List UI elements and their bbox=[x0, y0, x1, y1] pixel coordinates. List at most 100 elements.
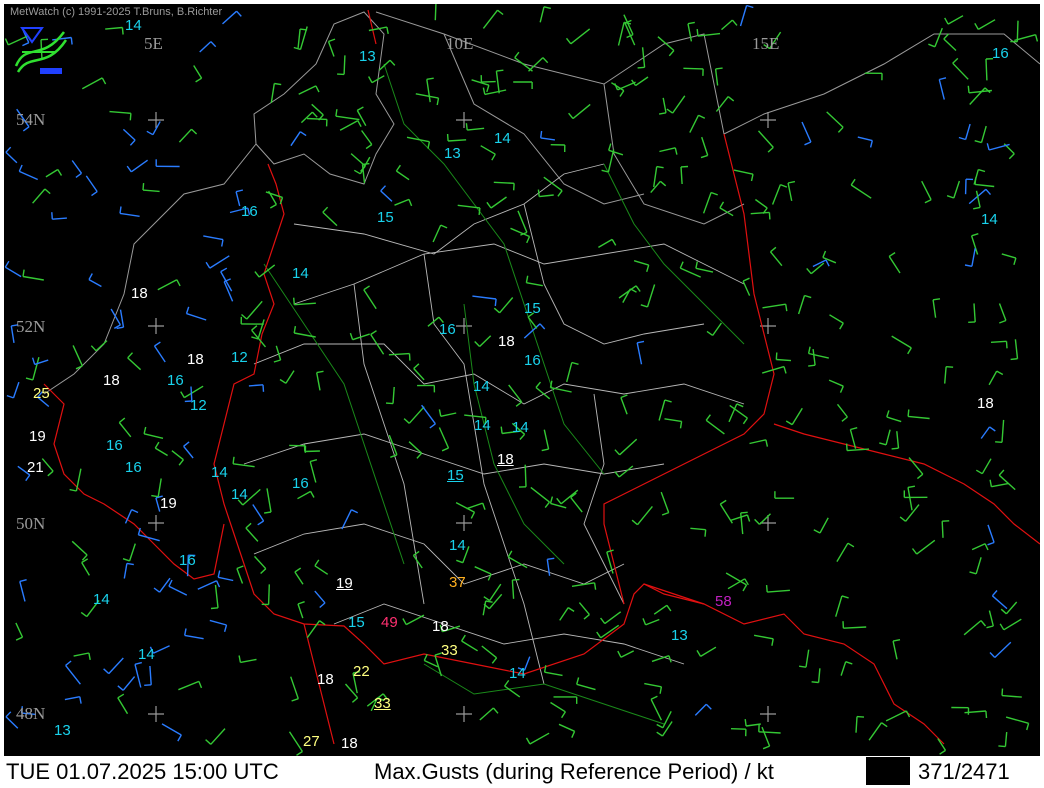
wind-barb bbox=[71, 160, 83, 174]
wind-barb-flag bbox=[18, 164, 23, 172]
wind-barb-flag bbox=[142, 183, 145, 191]
wind-barb-flag bbox=[787, 180, 796, 184]
wind-barb bbox=[524, 464, 527, 487]
wind-barb bbox=[566, 362, 573, 383]
wind-barb bbox=[508, 384, 523, 403]
wind-barb-flag bbox=[311, 111, 318, 118]
wind-barb bbox=[714, 68, 719, 86]
wind-barb bbox=[157, 478, 162, 497]
wind-barb bbox=[921, 180, 932, 201]
wind-barb-flag bbox=[715, 67, 723, 70]
gust-value-label: 13 bbox=[54, 722, 71, 739]
wind-barb bbox=[142, 189, 160, 193]
wind-barb bbox=[689, 114, 700, 133]
wind-barb-flag bbox=[210, 607, 219, 610]
wind-barb bbox=[479, 707, 494, 721]
wind-barb bbox=[787, 182, 793, 202]
wind-barb bbox=[700, 646, 717, 657]
wind-barb-flag bbox=[500, 426, 503, 434]
wind-barb bbox=[941, 521, 944, 538]
gust-value-label: 18 bbox=[187, 351, 204, 368]
lon-label-5e: 5E bbox=[144, 34, 163, 53]
wind-barb-flag bbox=[980, 620, 987, 627]
wind-barb bbox=[1001, 253, 1017, 259]
wind-barb-flag bbox=[811, 681, 819, 684]
wind-barb-flag bbox=[656, 165, 664, 169]
wind-barb bbox=[128, 543, 136, 562]
wind-barb-flag bbox=[674, 147, 678, 155]
wind-barb-flag bbox=[122, 558, 130, 562]
lat-label-52n: 52N bbox=[16, 317, 46, 336]
wind-barb bbox=[650, 698, 663, 721]
wind-barb-flag bbox=[153, 587, 161, 593]
wind-barb bbox=[467, 127, 485, 131]
wind-barb-flag bbox=[390, 454, 398, 458]
wind-barb bbox=[246, 300, 263, 320]
wind-barb-flag bbox=[291, 698, 299, 702]
wind-barb-flag bbox=[195, 77, 202, 83]
gust-value-label: 27 bbox=[303, 733, 320, 750]
wind-barb bbox=[636, 505, 653, 526]
wind-barb-flag bbox=[1010, 358, 1018, 361]
wind-barb bbox=[829, 314, 844, 324]
wind-barb bbox=[197, 580, 217, 590]
wind-barb bbox=[543, 176, 563, 192]
wind-barb-flag bbox=[496, 69, 504, 72]
wind-barb bbox=[805, 649, 810, 668]
wind-barb bbox=[297, 29, 301, 48]
wind-barb-flag bbox=[319, 602, 326, 609]
wind-barb-flag bbox=[438, 409, 442, 417]
wind-barb bbox=[916, 539, 936, 555]
wind-barb bbox=[529, 732, 550, 745]
weather-map[interactable]: MetWatch (c) 1991-2025 T.Bruns, B.Richte… bbox=[4, 4, 1040, 756]
wind-barb-flag bbox=[706, 330, 714, 336]
wind-barb-flag bbox=[808, 364, 816, 367]
wind-barb-flag bbox=[687, 21, 695, 25]
wind-barb-flag bbox=[143, 426, 147, 434]
wind-barb-flag bbox=[666, 108, 674, 114]
wind-barb bbox=[540, 137, 555, 141]
wind-barb-flag bbox=[600, 617, 606, 625]
wind-barb bbox=[771, 184, 782, 205]
wind-barb-flag bbox=[236, 565, 244, 570]
gust-value-label: 13 bbox=[671, 627, 688, 644]
wind-barb bbox=[199, 41, 212, 53]
wind-barb-flag bbox=[31, 357, 36, 365]
wind-barb bbox=[481, 645, 498, 659]
wind-barb-flag bbox=[614, 449, 621, 456]
gust-value-label: 13 bbox=[359, 48, 376, 65]
wind-barb bbox=[123, 563, 128, 579]
wind-barb-flag bbox=[357, 120, 362, 128]
wind-barb-flag bbox=[310, 459, 318, 463]
wind-barb bbox=[233, 463, 255, 468]
wind-barb bbox=[438, 427, 450, 449]
gust-value-label: 14 bbox=[981, 211, 998, 228]
wind-barb-flag bbox=[974, 22, 979, 30]
wind-barb bbox=[947, 15, 964, 25]
wind-barb bbox=[41, 458, 54, 472]
gust-value-label: 18 bbox=[497, 451, 514, 468]
wind-barb bbox=[604, 611, 622, 625]
wind-barb-flag bbox=[241, 313, 248, 320]
wind-barb-flag bbox=[474, 341, 481, 347]
wind-barb bbox=[495, 71, 500, 94]
wind-barb-flag bbox=[932, 298, 941, 301]
wind-barb bbox=[294, 302, 316, 306]
wind-barb bbox=[392, 386, 395, 404]
wind-barb bbox=[440, 412, 457, 417]
wind-barb-flag bbox=[183, 441, 190, 447]
wind-barb-flag bbox=[593, 582, 597, 590]
wind-barb-flag bbox=[1000, 608, 1007, 615]
wind-barb-flag bbox=[69, 488, 77, 492]
wind-barb-flag bbox=[547, 557, 555, 560]
wind-barb bbox=[646, 284, 656, 308]
wind-barb-flag bbox=[891, 447, 899, 450]
wind-barb bbox=[981, 458, 992, 475]
wind-barb bbox=[363, 289, 377, 310]
wind-barb-flag bbox=[180, 391, 185, 398]
gust-value-label: 14 bbox=[509, 665, 526, 682]
wind-barb-flag bbox=[958, 136, 966, 141]
wind-barb bbox=[122, 676, 136, 691]
gust-value-label: 13 bbox=[444, 145, 461, 162]
wind-barb bbox=[65, 664, 81, 685]
